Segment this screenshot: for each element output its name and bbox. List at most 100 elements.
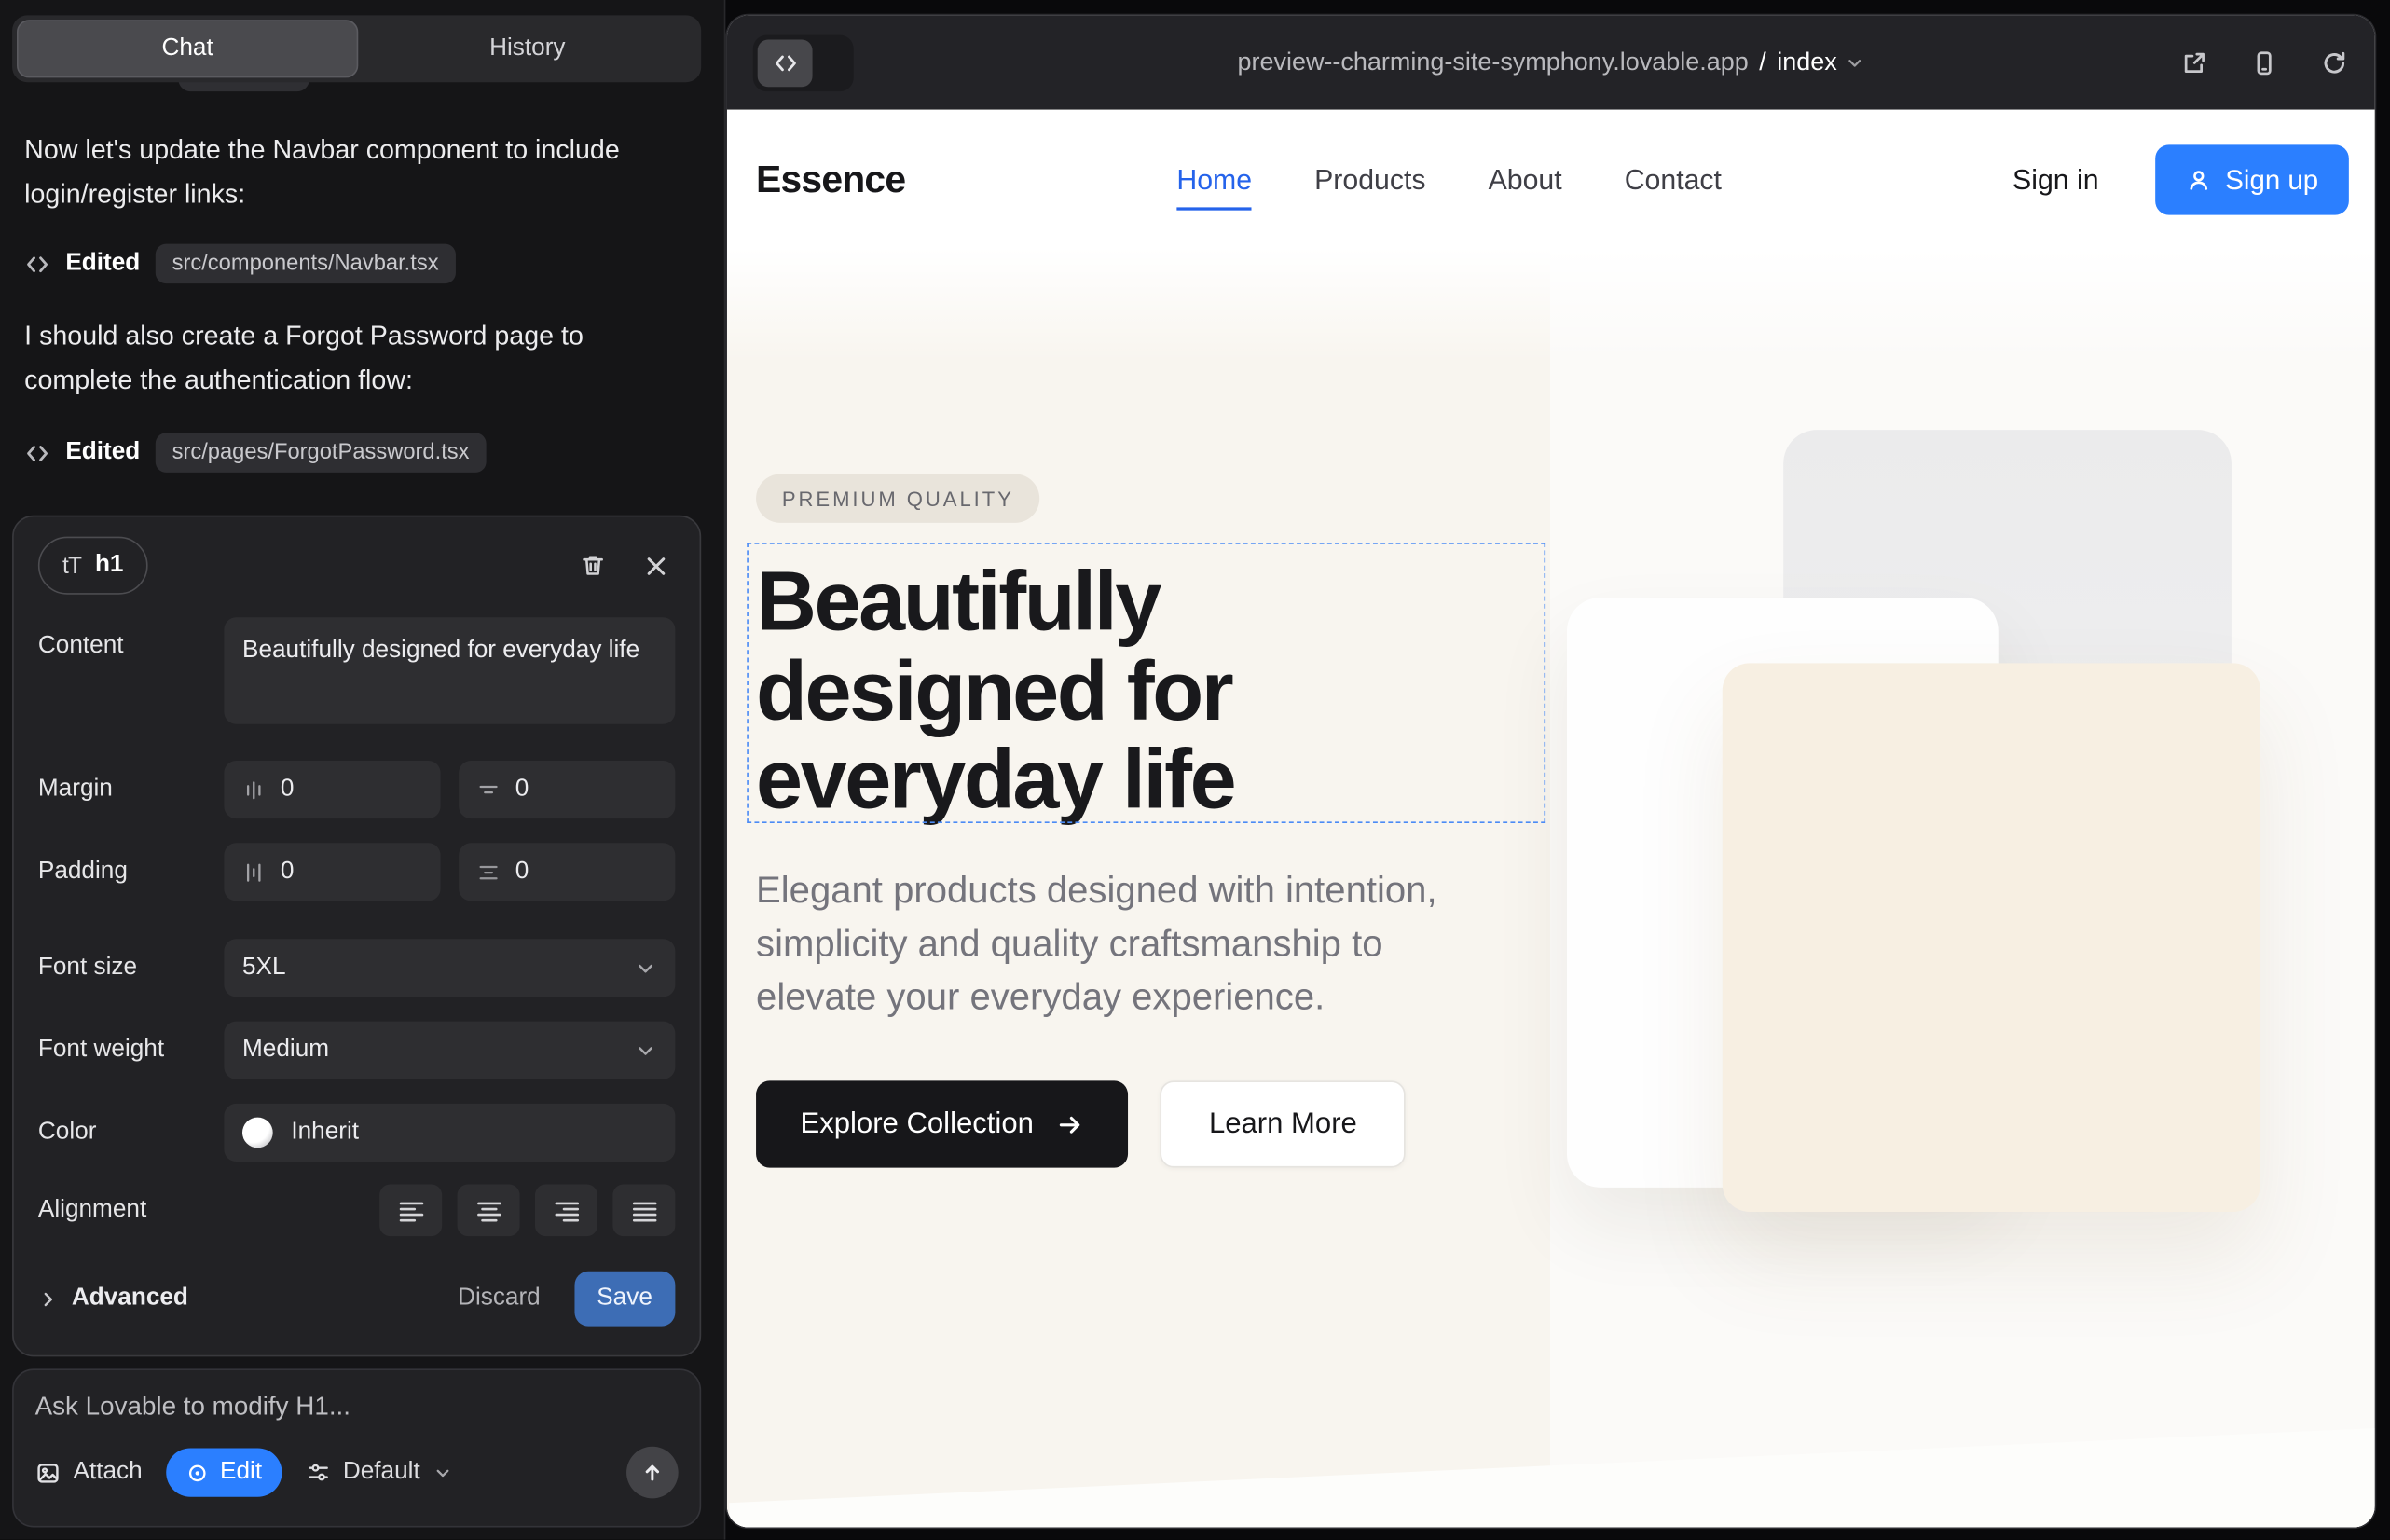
- sign-up-button[interactable]: Sign up: [2155, 144, 2349, 214]
- padding-label: Padding: [38, 859, 224, 886]
- alignment-label: Alignment: [38, 1197, 224, 1224]
- url-path: index: [1777, 48, 1837, 77]
- model-select[interactable]: Default: [307, 1459, 452, 1486]
- typography-icon: tT: [62, 553, 81, 579]
- margin-y-icon: [477, 778, 501, 802]
- decorative-beige-card: [1723, 663, 2260, 1212]
- content-row: Content Beautifully designed for everyda…: [38, 617, 676, 723]
- sign-in-link[interactable]: Sign in: [2012, 163, 2099, 197]
- code-icon: [758, 39, 813, 87]
- align-center-button[interactable]: [458, 1185, 520, 1237]
- refresh-icon[interactable]: [2320, 48, 2349, 77]
- editor-header: tT h1: [38, 535, 676, 596]
- color-swatch: [242, 1118, 273, 1148]
- advanced-toggle[interactable]: Advanced: [38, 1285, 188, 1312]
- close-icon[interactable]: [643, 553, 669, 579]
- mobile-view-icon[interactable]: [2250, 48, 2279, 77]
- edited-label: Edited: [65, 439, 140, 466]
- edit-mode-button[interactable]: Edit: [167, 1448, 282, 1496]
- explore-collection-button[interactable]: Explore Collection: [756, 1080, 1128, 1167]
- tab-chat[interactable]: Chat: [17, 20, 358, 77]
- open-external-icon[interactable]: [2179, 48, 2208, 77]
- content-label: Content: [38, 617, 224, 660]
- chat-message: Now let's update the Navbar component to…: [24, 128, 622, 214]
- premium-quality-badge: PREMIUM QUALITY: [756, 474, 1040, 523]
- site-navbar: Essence Home Products About Contact Sign…: [727, 110, 2375, 250]
- color-select[interactable]: Inherit: [224, 1104, 675, 1162]
- chevron-down-icon: [1845, 52, 1864, 72]
- editor-footer: Advanced Discard Save: [38, 1272, 676, 1327]
- font-size-label: Font size: [38, 955, 224, 982]
- nav-link-home[interactable]: Home: [1176, 163, 1252, 211]
- sidebar-tabs: Chat History: [12, 15, 701, 82]
- learn-more-button[interactable]: Learn More: [1161, 1080, 1407, 1167]
- chat-composer: Attach Edit Default: [12, 1368, 701, 1527]
- margin-label: Margin: [38, 776, 224, 803]
- image-icon: [35, 1460, 62, 1486]
- nav-link-contact[interactable]: Contact: [1625, 163, 1722, 197]
- element-tag: h1: [95, 552, 124, 579]
- font-size-select[interactable]: 5XL: [224, 939, 675, 997]
- padding-y-icon: [477, 860, 501, 884]
- preview-topbar: preview--charming-site-symphony.lovable.…: [727, 15, 2375, 109]
- font-size-row: Font size 5XL: [38, 939, 676, 997]
- align-left-button[interactable]: [379, 1185, 442, 1237]
- font-weight-row: Font weight Medium: [38, 1022, 676, 1079]
- send-button[interactable]: [626, 1447, 679, 1499]
- edited-label: Edited: [65, 250, 140, 277]
- code-icon: [24, 251, 50, 277]
- content-input[interactable]: Beautifully designed for everyday life: [224, 617, 675, 723]
- align-right-button[interactable]: [535, 1185, 598, 1237]
- preview-window: preview--charming-site-symphony.lovable.…: [727, 15, 2375, 1527]
- save-button[interactable]: Save: [574, 1272, 676, 1327]
- nav-link-about[interactable]: About: [1489, 163, 1562, 197]
- code-view-toggle[interactable]: [753, 34, 854, 91]
- user-icon: [2186, 167, 2212, 193]
- nav-link-products[interactable]: Products: [1314, 163, 1425, 197]
- font-weight-label: Font weight: [38, 1037, 224, 1064]
- url-separator: /: [1759, 48, 1766, 77]
- tab-history[interactable]: History: [358, 20, 696, 77]
- padding-row: Padding 0 0: [38, 843, 676, 901]
- site-nav-links: Home Products About Contact: [1176, 110, 1722, 250]
- trash-icon[interactable]: [579, 552, 606, 579]
- url-domain: preview--charming-site-symphony.lovable.…: [1237, 48, 1748, 77]
- padding-y-input[interactable]: 0: [459, 843, 675, 901]
- margin-y-input[interactable]: 0: [459, 761, 675, 818]
- arrow-right-icon: [1056, 1110, 1083, 1137]
- chat-message: I should also create a Forgot Password p…: [24, 314, 622, 401]
- color-row: Color Inherit: [38, 1104, 676, 1162]
- discard-button[interactable]: Discard: [458, 1285, 541, 1312]
- preview-url[interactable]: preview--charming-site-symphony.lovable.…: [1237, 48, 1864, 77]
- chevron-down-icon: [634, 956, 657, 980]
- target-icon: [186, 1461, 210, 1484]
- hero-description: Elegant products designed with intention…: [756, 866, 1514, 1025]
- align-justify-button[interactable]: [612, 1185, 675, 1237]
- hero-cta-row: Explore Collection Learn More: [756, 1080, 1406, 1167]
- chat-sidebar: Chat History Now let's update the Navbar…: [0, 0, 725, 1540]
- margin-x-icon: [242, 778, 266, 802]
- site-logo[interactable]: Essence: [756, 158, 905, 201]
- site-preview: Essence Home Products About Contact Sign…: [727, 110, 2375, 1528]
- sliders-icon: [307, 1461, 331, 1485]
- margin-x-input[interactable]: 0: [224, 761, 440, 818]
- hero-heading[interactable]: Beautifully designed for everyday life: [756, 557, 1526, 824]
- edited-file-row[interactable]: Edited src/pages/ForgotPassword.tsx: [24, 430, 486, 475]
- app-root: Chat History Now let's update the Navbar…: [0, 0, 2390, 1540]
- composer-input[interactable]: [35, 1392, 679, 1423]
- element-editor-panel: tT h1 Content Beautifully designed for e…: [12, 516, 701, 1357]
- file-badge[interactable]: src/components/Navbar.tsx: [156, 244, 456, 284]
- attach-button[interactable]: Attach: [35, 1459, 143, 1486]
- edited-file-row[interactable]: Edited src/components/Navbar.tsx: [24, 241, 455, 286]
- font-weight-select[interactable]: Medium: [224, 1022, 675, 1079]
- color-label: Color: [38, 1119, 224, 1146]
- padding-x-icon: [242, 860, 266, 884]
- alignment-row: Alignment: [38, 1185, 676, 1237]
- chevron-down-icon: [634, 1038, 657, 1062]
- selected-element-chip[interactable]: tT h1: [38, 537, 148, 595]
- padding-x-input[interactable]: 0: [224, 843, 440, 901]
- file-badge[interactable]: src/pages/ForgotPassword.tsx: [156, 433, 487, 473]
- chevron-right-icon: [38, 1289, 58, 1309]
- chevron-down-icon: [433, 1463, 452, 1482]
- code-icon: [24, 440, 50, 466]
